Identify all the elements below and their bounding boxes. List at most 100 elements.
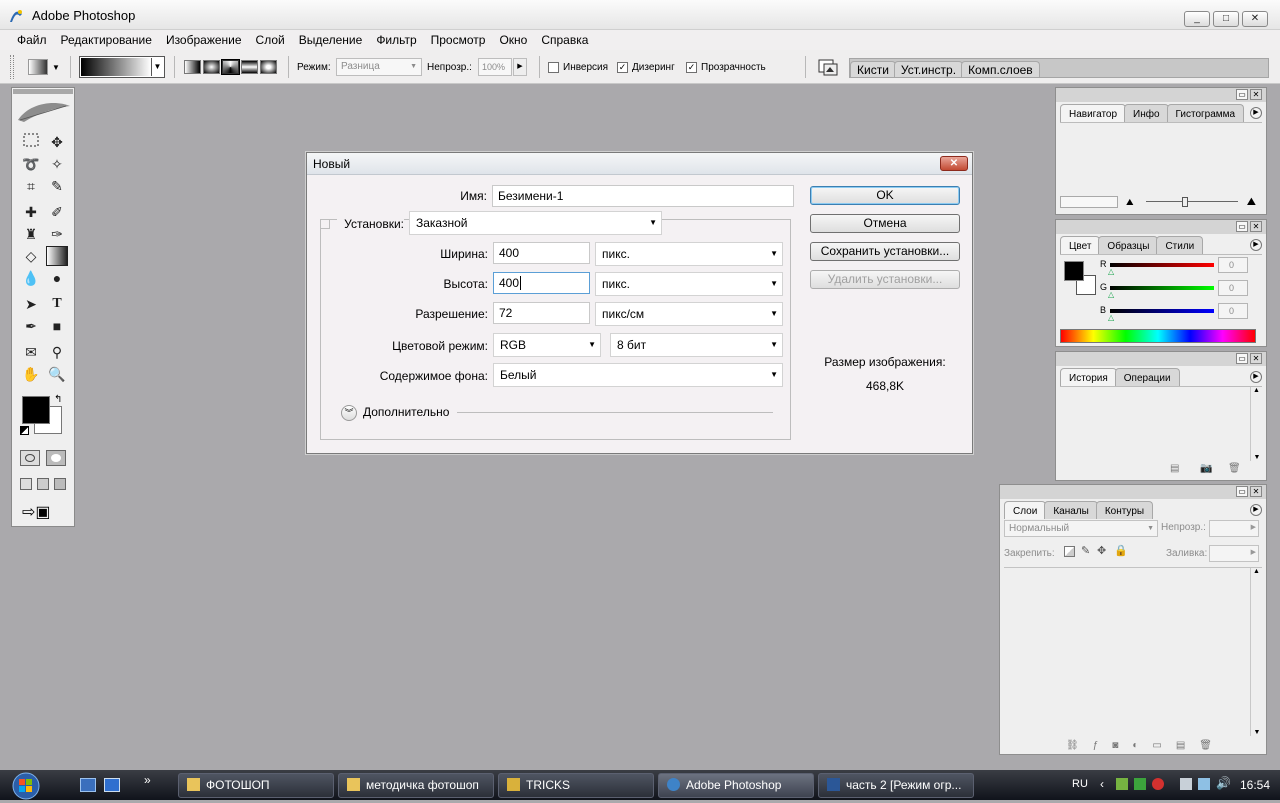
volume-icon[interactable]: 🔊	[1216, 776, 1231, 790]
width-unit-select[interactable]: пикс. ▼	[595, 242, 783, 266]
swap-colors-icon[interactable]: ↰	[54, 394, 62, 405]
zoom-tool-icon[interactable]: 🔍	[46, 364, 68, 384]
zoom-slider-thumb[interactable]	[1182, 197, 1188, 207]
menu-view[interactable]: Просмотр	[424, 30, 493, 50]
inverse-option[interactable]: Инверсия	[548, 50, 608, 84]
layers-scrollbar[interactable]: ▲ ▼	[1250, 568, 1262, 736]
tray-app-icon[interactable]	[1152, 778, 1164, 790]
menu-help[interactable]: Справка	[534, 30, 595, 50]
channel-r-slider[interactable]	[1110, 263, 1214, 267]
panel-menu-icon[interactable]: ▶	[1250, 504, 1262, 516]
resolution-unit-select[interactable]: пикс/см ▼	[595, 302, 783, 326]
panel-minimize-button[interactable]: ▭	[1236, 221, 1248, 232]
menu-filter[interactable]: Фильтр	[369, 30, 423, 50]
move-tool-icon[interactable]: ✥	[46, 132, 68, 152]
opacity-field[interactable]: 100% ▶	[478, 50, 527, 84]
type-tool-icon[interactable]: T	[46, 294, 68, 314]
panel-menu-icon[interactable]: ▶	[1250, 239, 1262, 251]
file-browser-icon[interactable]	[817, 50, 839, 84]
background-select[interactable]: Белый ▼	[493, 363, 783, 387]
hand-tool-icon[interactable]: ✋	[20, 364, 42, 384]
language-indicator[interactable]: RU	[1072, 778, 1088, 790]
cancel-button[interactable]: Отмена	[810, 214, 960, 233]
eyedropper-icon[interactable]: ⚲	[46, 342, 68, 362]
lock-position-icon[interactable]: ✥	[1097, 544, 1106, 557]
angle-gradient-icon[interactable]	[221, 59, 240, 75]
linear-gradient-icon[interactable]	[184, 60, 201, 74]
panel-menu-icon[interactable]: ▶	[1250, 107, 1262, 119]
pen-tool-icon[interactable]: ✒	[20, 316, 42, 336]
height-field[interactable]: 400	[493, 272, 590, 294]
standard-mode-icon[interactable]	[20, 450, 40, 466]
inverse-checkbox[interactable]	[548, 61, 559, 73]
tool-preset-picker[interactable]: ▼	[28, 50, 60, 84]
menu-window[interactable]: Окно	[492, 30, 534, 50]
marquee-tool-icon[interactable]	[20, 132, 42, 152]
close-button[interactable]: ✕	[1242, 11, 1268, 27]
width-field[interactable]: 400	[493, 242, 590, 264]
tab-styles[interactable]: Стили	[1156, 236, 1204, 254]
well-tab-tool-presets[interactable]: Уст.инстр.	[893, 61, 964, 77]
screen-mode-full-icon[interactable]	[54, 478, 66, 490]
new-layer-icon[interactable]: ▤	[1176, 740, 1185, 751]
panel-minimize-button[interactable]: ▭	[1236, 486, 1248, 497]
slider-thumb-icon[interactable]: △	[1108, 313, 1114, 322]
layer-opacity-field[interactable]: ▶	[1209, 520, 1259, 537]
expand-advanced-icon[interactable]: ︾	[341, 405, 357, 421]
bit-depth-select[interactable]: 8 бит ▼	[610, 333, 783, 357]
taskbar-item[interactable]: ФОТОШОП	[178, 773, 334, 798]
clone-stamp-icon[interactable]: ♜	[20, 224, 42, 244]
opacity-slider-arrow[interactable]: ▶	[513, 58, 527, 76]
minimize-button[interactable]: _	[1184, 11, 1210, 27]
shape-tool-icon[interactable]: ■	[46, 316, 68, 336]
jump-to-imageready-icon[interactable]: ⇨▣	[22, 502, 51, 522]
trash-icon[interactable]: 🗑	[1228, 463, 1241, 474]
diamond-gradient-icon[interactable]	[260, 60, 277, 74]
new-group-icon[interactable]: ▭	[1152, 740, 1161, 751]
tab-channels[interactable]: Каналы	[1044, 501, 1098, 519]
chevron-left-icon[interactable]: ‹	[1100, 777, 1104, 791]
new-snapshot-icon[interactable]: 📷	[1200, 463, 1212, 474]
tray-app-icon[interactable]	[1134, 778, 1146, 790]
lasso-tool-icon[interactable]: ➰	[20, 154, 42, 174]
slice-tool-icon[interactable]: ✎	[46, 176, 68, 196]
height-unit-select[interactable]: пикс. ▼	[595, 272, 783, 296]
quick-launch-icon[interactable]	[104, 778, 120, 792]
adjustment-layer-icon[interactable]: ◐	[1132, 740, 1138, 751]
fill-field[interactable]: ▶	[1209, 545, 1259, 562]
show-desktop-icon[interactable]	[80, 778, 96, 792]
history-scrollbar[interactable]: ▲ ▼	[1250, 387, 1262, 461]
history-brush-icon[interactable]: ✑	[46, 224, 68, 244]
new-document-from-state-icon[interactable]: ▤	[1170, 463, 1179, 474]
panel-menu-icon[interactable]: ▶	[1250, 371, 1262, 383]
save-preset-button[interactable]: Сохранить установки...	[810, 242, 960, 261]
panel-minimize-button[interactable]: ▭	[1236, 353, 1248, 364]
transparency-option[interactable]: ✓ Прозрачность	[686, 50, 766, 84]
panel-close-button[interactable]: ✕	[1250, 353, 1262, 364]
tab-actions[interactable]: Операции	[1114, 368, 1180, 386]
layer-mask-icon[interactable]: ◙	[1112, 740, 1118, 751]
screen-mode-menubar-icon[interactable]	[37, 478, 49, 490]
taskbar-item[interactable]: Adobe Photoshop	[658, 773, 814, 798]
start-button[interactable]	[6, 772, 50, 800]
tray-app-icon[interactable]	[1116, 778, 1128, 790]
mode-select[interactable]: Разница ▼	[336, 50, 422, 84]
channel-b-slider[interactable]	[1110, 309, 1214, 313]
tab-history[interactable]: История	[1060, 368, 1117, 386]
delete-preset-button[interactable]: Удалить установки...	[810, 270, 960, 289]
lock-transparency-icon[interactable]	[1064, 546, 1075, 557]
taskbar-item[interactable]: методичка фотошоп	[338, 773, 494, 798]
ok-button[interactable]: OK	[810, 186, 960, 205]
menu-layer[interactable]: Слой	[249, 30, 292, 50]
screen-mode-standard-icon[interactable]	[20, 478, 32, 490]
healing-brush-icon[interactable]: ✚	[20, 202, 42, 222]
tab-info[interactable]: Инфо	[1124, 104, 1169, 122]
maximize-button[interactable]: □	[1213, 11, 1239, 27]
menu-select[interactable]: Выделение	[292, 30, 370, 50]
quick-mask-icon[interactable]	[46, 450, 66, 466]
tab-histogram[interactable]: Гистограмма	[1166, 104, 1245, 122]
advanced-label[interactable]: Дополнительно	[363, 405, 449, 419]
tray-status-icon[interactable]	[1198, 778, 1210, 790]
network-icon[interactable]	[1180, 778, 1192, 790]
name-field[interactable]: Безимени-1	[492, 185, 794, 207]
